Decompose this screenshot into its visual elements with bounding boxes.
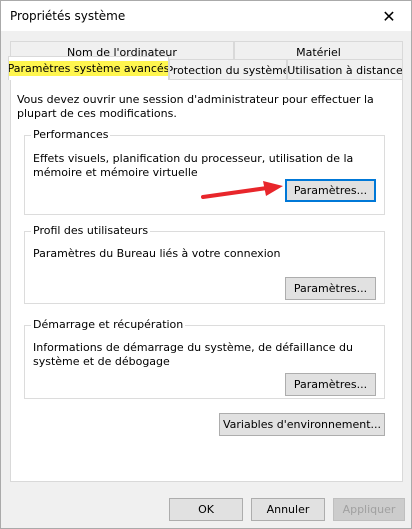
admin-notice: Vous devez ouvrir une session d'administ… bbox=[17, 93, 374, 120]
performance-description: Effets visuels, planification du process… bbox=[33, 152, 354, 179]
title-bar: Propriétés système ✕ bbox=[1, 1, 411, 31]
user-profiles-label: Profil des utilisateurs bbox=[31, 224, 151, 238]
tab-label: Protection du système bbox=[169, 63, 287, 77]
window-title: Propriétés système bbox=[10, 9, 126, 23]
tab-label: Utilisation à distance bbox=[287, 63, 403, 77]
system-properties-window: Propriétés système ✕ Nom de l'ordinateur… bbox=[0, 0, 412, 529]
close-icon: ✕ bbox=[382, 6, 396, 26]
cancel-button[interactable]: Annuler bbox=[251, 498, 325, 521]
user-profiles-description: Paramètres du Bureau liés à votre connex… bbox=[33, 247, 281, 260]
performance-group: Performances Effets visuels, planificati… bbox=[24, 128, 385, 215]
ok-button[interactable]: OK bbox=[169, 498, 243, 521]
startup-recovery-settings-button[interactable]: Paramètres... bbox=[285, 373, 376, 396]
apply-button[interactable]: Appliquer bbox=[333, 498, 405, 521]
startup-recovery-label: Démarrage et récupération bbox=[31, 318, 186, 332]
red-arrow-icon bbox=[201, 181, 283, 199]
performance-settings-button[interactable]: Paramètres... bbox=[285, 179, 376, 202]
close-button[interactable]: ✕ bbox=[367, 1, 411, 31]
tab-remote[interactable]: Utilisation à distance bbox=[287, 59, 403, 80]
tab-label: Paramètres système avancés bbox=[9, 61, 168, 76]
tab-label: Matériel bbox=[296, 45, 341, 59]
startup-recovery-description: Informations de démarrage du système, de… bbox=[33, 341, 353, 368]
tab-advanced-system-settings[interactable]: Paramètres système avancés bbox=[8, 56, 169, 80]
user-profiles-settings-button[interactable]: Paramètres... bbox=[285, 277, 376, 300]
environment-variables-button[interactable]: Variables d'environnement... bbox=[219, 413, 385, 436]
tab-system-protection[interactable]: Protection du système bbox=[169, 59, 287, 80]
performance-label: Performances bbox=[31, 128, 111, 142]
